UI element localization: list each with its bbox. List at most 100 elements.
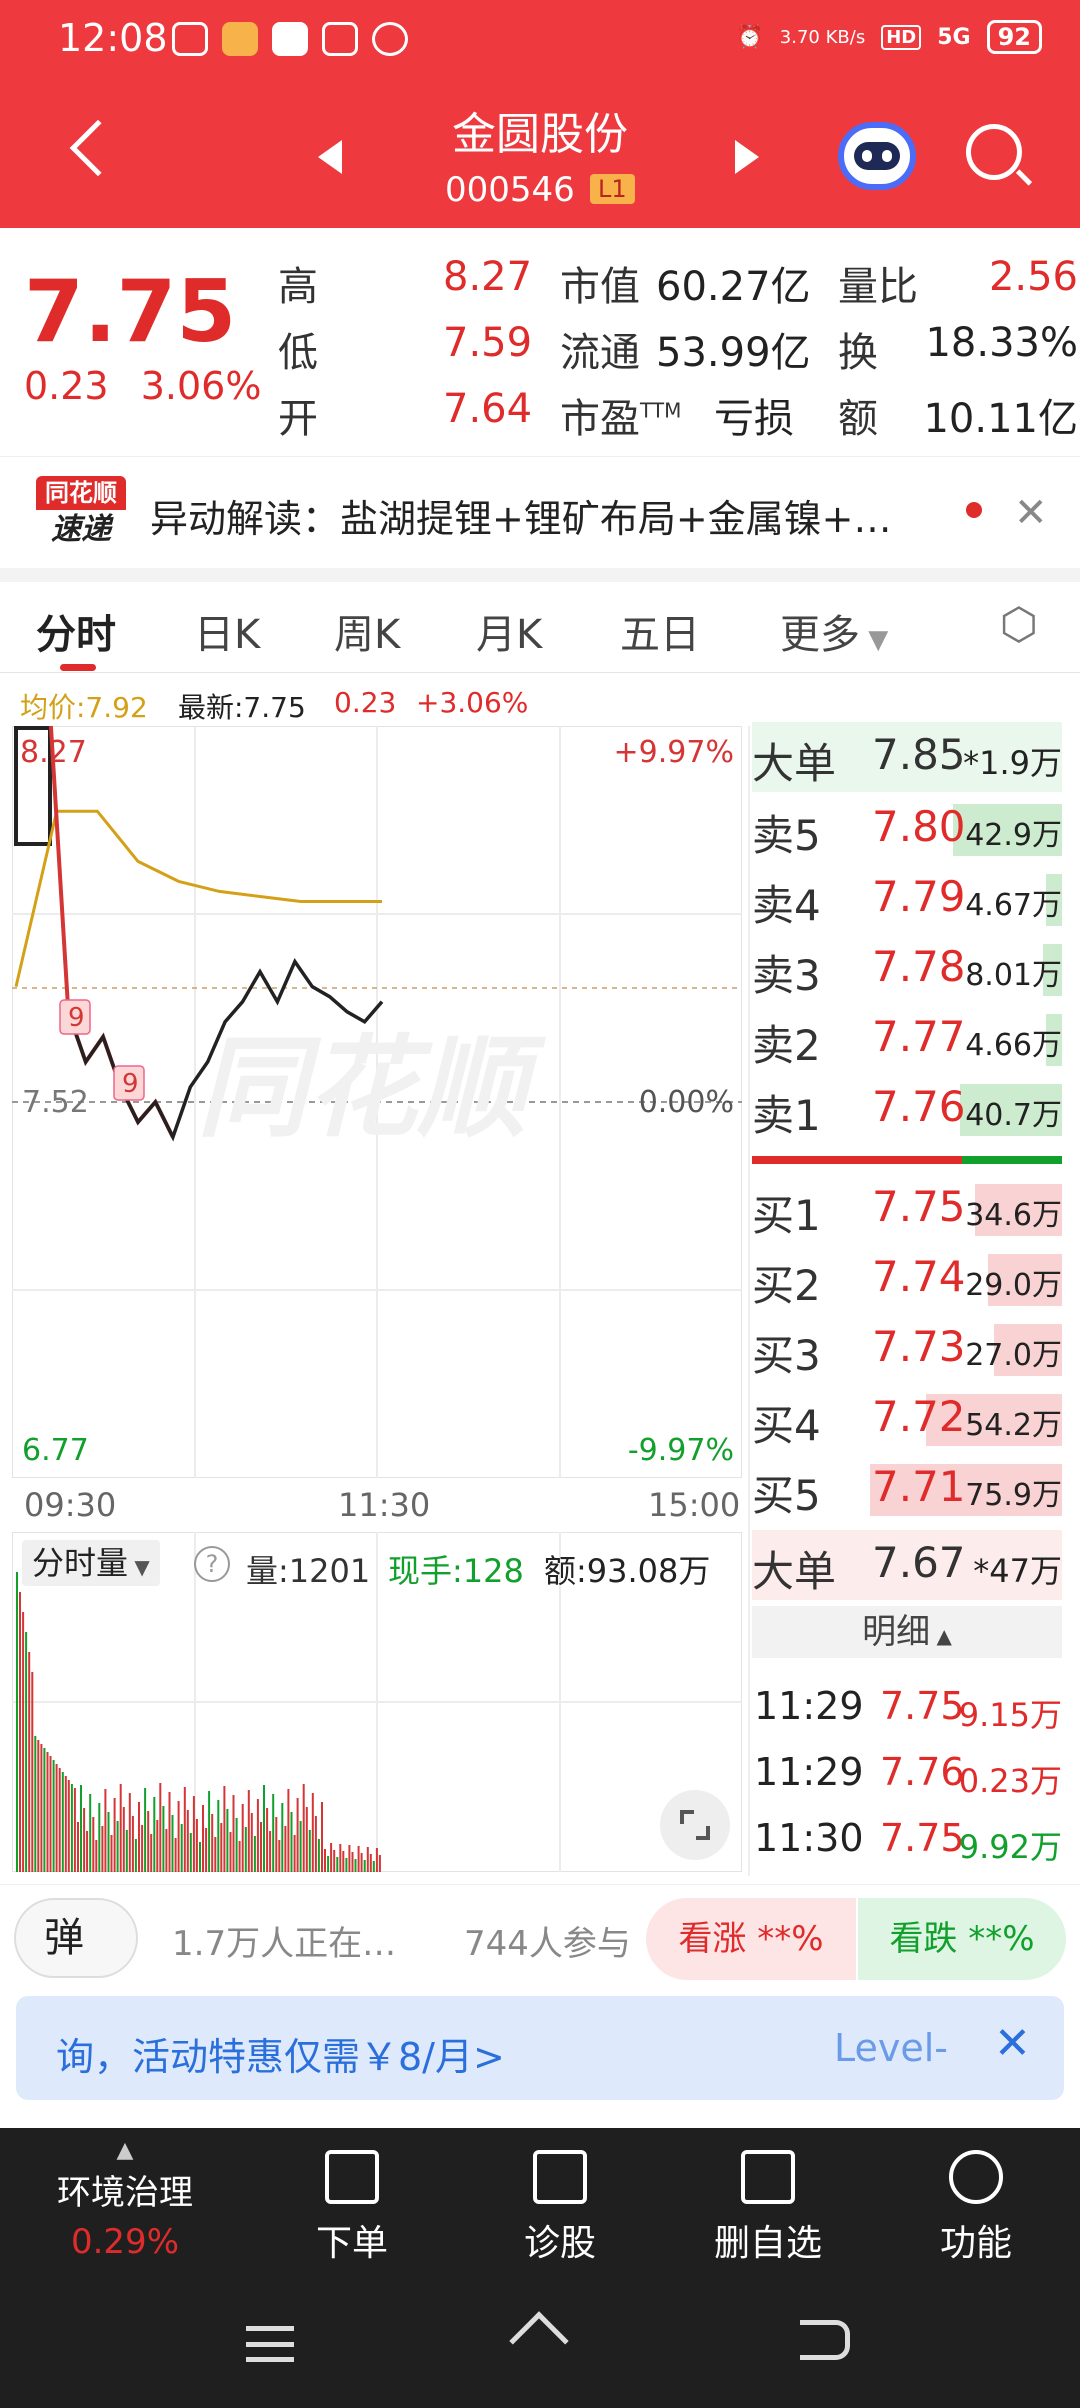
- volume-bar: [110, 1835, 113, 1872]
- volume-bar: [77, 1822, 79, 1872]
- float-label: 流通: [560, 330, 640, 376]
- legend-change: 0.23: [334, 686, 397, 719]
- volume-bar: [49, 1756, 52, 1872]
- functions-icon: [949, 2150, 1003, 2204]
- volume-bar: [80, 1785, 82, 1872]
- ask-label: 卖1: [752, 1091, 821, 1140]
- network-signal: 5G: [937, 24, 971, 50]
- volume-bar: [64, 1776, 67, 1872]
- tab-daily-k[interactable]: 日K: [194, 602, 260, 660]
- ask-vol: 40.7万: [965, 1098, 1062, 1133]
- volume-bar: [98, 1803, 101, 1872]
- volume-bar: [165, 1829, 168, 1872]
- volume-bar: [168, 1792, 171, 1872]
- remove-watchlist-icon: [741, 2150, 795, 2204]
- bid-ask-ratio-bar: [752, 1156, 1062, 1164]
- chevron-down-icon: ▼: [128, 1555, 150, 1579]
- tab-five-day[interactable]: 五日: [620, 602, 700, 660]
- vote-down-button[interactable]: 看跌 **%: [858, 1898, 1066, 1980]
- big-sell-order[interactable]: 大单 7.85 *1.9万: [752, 722, 1062, 792]
- big-buy-order[interactable]: 大单 7.67 *47万: [752, 1530, 1062, 1600]
- legend-pct: +3.06%: [416, 686, 529, 719]
- high-value: 8.27: [443, 254, 533, 300]
- volume-bar: [34, 1736, 37, 1872]
- volume-mode-select[interactable]: 分时量 ▼: [22, 1540, 160, 1586]
- volume-ratio-label: 量比: [838, 264, 918, 310]
- volume-bar: [95, 1840, 98, 1872]
- pct-axis-mid: 0.00%: [639, 1085, 734, 1120]
- nav-functions[interactable]: 功能: [906, 2150, 1046, 2266]
- app-header: 12:08 ⏰ 3.70 KB/s HD 5G 92 金圆股份 000546 L…: [0, 0, 1080, 228]
- bid-row[interactable]: 买1 7.75 34.6万: [752, 1174, 1062, 1244]
- nav-functions-label: 功能: [939, 2223, 1012, 2264]
- ask-price: 7.76: [872, 1082, 966, 1131]
- tab-intraday[interactable]: 分时: [36, 602, 116, 660]
- volume-bar: [250, 1813, 253, 1872]
- promo-banner[interactable]: 询，活动特惠仅需￥8/月> Level- ✕: [16, 1996, 1064, 2100]
- volume-bar: [134, 1839, 137, 1872]
- help-icon[interactable]: ?: [194, 1546, 230, 1582]
- close-icon[interactable]: ✕: [994, 2018, 1031, 2069]
- settings-hexagon-icon[interactable]: ⬡: [996, 602, 1042, 648]
- tab-monthly-k[interactable]: 月K: [476, 602, 542, 660]
- tick-time: 11:30: [754, 1816, 864, 1860]
- ask-row[interactable]: 卖1 7.76 40.7万: [752, 1074, 1062, 1144]
- volume-bar: [241, 1804, 244, 1872]
- volume-bar: [189, 1833, 192, 1872]
- intraday-chart[interactable]: 同花顺 9 9 8.27 7.52 6.77 +9.97% 0.00% -9.9…: [12, 726, 742, 1478]
- system-home-icon[interactable]: [509, 2311, 569, 2371]
- tab-weekly-k[interactable]: 周K: [334, 602, 400, 660]
- current-hand-value: 现手:128: [388, 1552, 524, 1590]
- diagnose-icon: [533, 2150, 587, 2204]
- ask-row[interactable]: 卖2 7.77 4.66万: [752, 1004, 1062, 1074]
- marker-badge: 9: [113, 1065, 145, 1101]
- bid-label: 买3: [752, 1331, 821, 1380]
- volume-bar: [28, 1652, 31, 1872]
- tab-more[interactable]: 更多 ▼: [780, 602, 888, 660]
- next-stock-icon[interactable]: [735, 140, 759, 174]
- close-icon[interactable]: ✕: [1014, 490, 1048, 536]
- status-notification-icons: [172, 22, 408, 56]
- battery-indicator: 92: [986, 20, 1042, 54]
- volume-bar: [272, 1794, 275, 1872]
- volume-bar: [247, 1790, 250, 1872]
- vote-up-button[interactable]: 看涨 **%: [646, 1898, 856, 1980]
- volume-bar: [299, 1821, 302, 1872]
- ask-row[interactable]: 卖3 7.78 8.01万: [752, 934, 1062, 1004]
- expand-icon[interactable]: [660, 1790, 730, 1860]
- detail-toggle[interactable]: 明细 ▲: [752, 1606, 1062, 1658]
- nav-order[interactable]: 下单: [282, 2150, 422, 2266]
- volume-bar: [89, 1794, 92, 1872]
- volume-value: 量:1201: [246, 1552, 371, 1590]
- ask-row[interactable]: 卖4 7.79 4.67万: [752, 864, 1062, 934]
- big-buy-vol-value: 47万: [989, 1552, 1062, 1590]
- robot-assistant-icon[interactable]: [838, 122, 916, 190]
- system-menu-icon[interactable]: [246, 2326, 294, 2362]
- chart-watermark: 同花顺: [197, 1024, 547, 1152]
- search-icon[interactable]: [966, 124, 1033, 186]
- bid-row[interactable]: 买2 7.74 29.0万: [752, 1244, 1062, 1314]
- status-right: ⏰ 3.70 KB/s HD 5G 92: [736, 20, 1042, 54]
- bid-vol: 27.0万: [965, 1338, 1062, 1373]
- detail-label: 明细: [862, 1612, 931, 1652]
- nav-diagnose[interactable]: 诊股: [490, 2150, 630, 2266]
- bid-row[interactable]: 买5 7.71 75.9万: [752, 1454, 1062, 1524]
- bid-row[interactable]: 买3 7.73 27.0万: [752, 1314, 1062, 1384]
- nav-remove-watchlist[interactable]: 删自选: [698, 2150, 838, 2266]
- danmu-button[interactable]: 弹: [14, 1898, 138, 1978]
- vote-up-label: 看涨 **%: [678, 1919, 824, 1959]
- volume-bar: [128, 1793, 131, 1872]
- ask-row[interactable]: 卖5 7.80 42.9万: [752, 794, 1062, 864]
- sector-chip[interactable]: ▲ 环境治理 0.29%: [30, 2138, 220, 2262]
- volume-bar: [19, 1592, 21, 1872]
- volume-bar: [256, 1799, 259, 1872]
- system-back-icon[interactable]: [800, 2320, 850, 2360]
- volume-bar: [275, 1817, 278, 1872]
- volume-bar: [321, 1802, 323, 1872]
- volume-bar: [174, 1838, 177, 1872]
- volume-bar: [281, 1803, 284, 1872]
- bid-row[interactable]: 买4 7.72 54.2万: [752, 1384, 1062, 1454]
- pe-value: 亏损: [714, 396, 794, 442]
- y-axis-low: 6.77: [22, 1433, 89, 1468]
- x-tick-open: 09:30: [24, 1486, 117, 1524]
